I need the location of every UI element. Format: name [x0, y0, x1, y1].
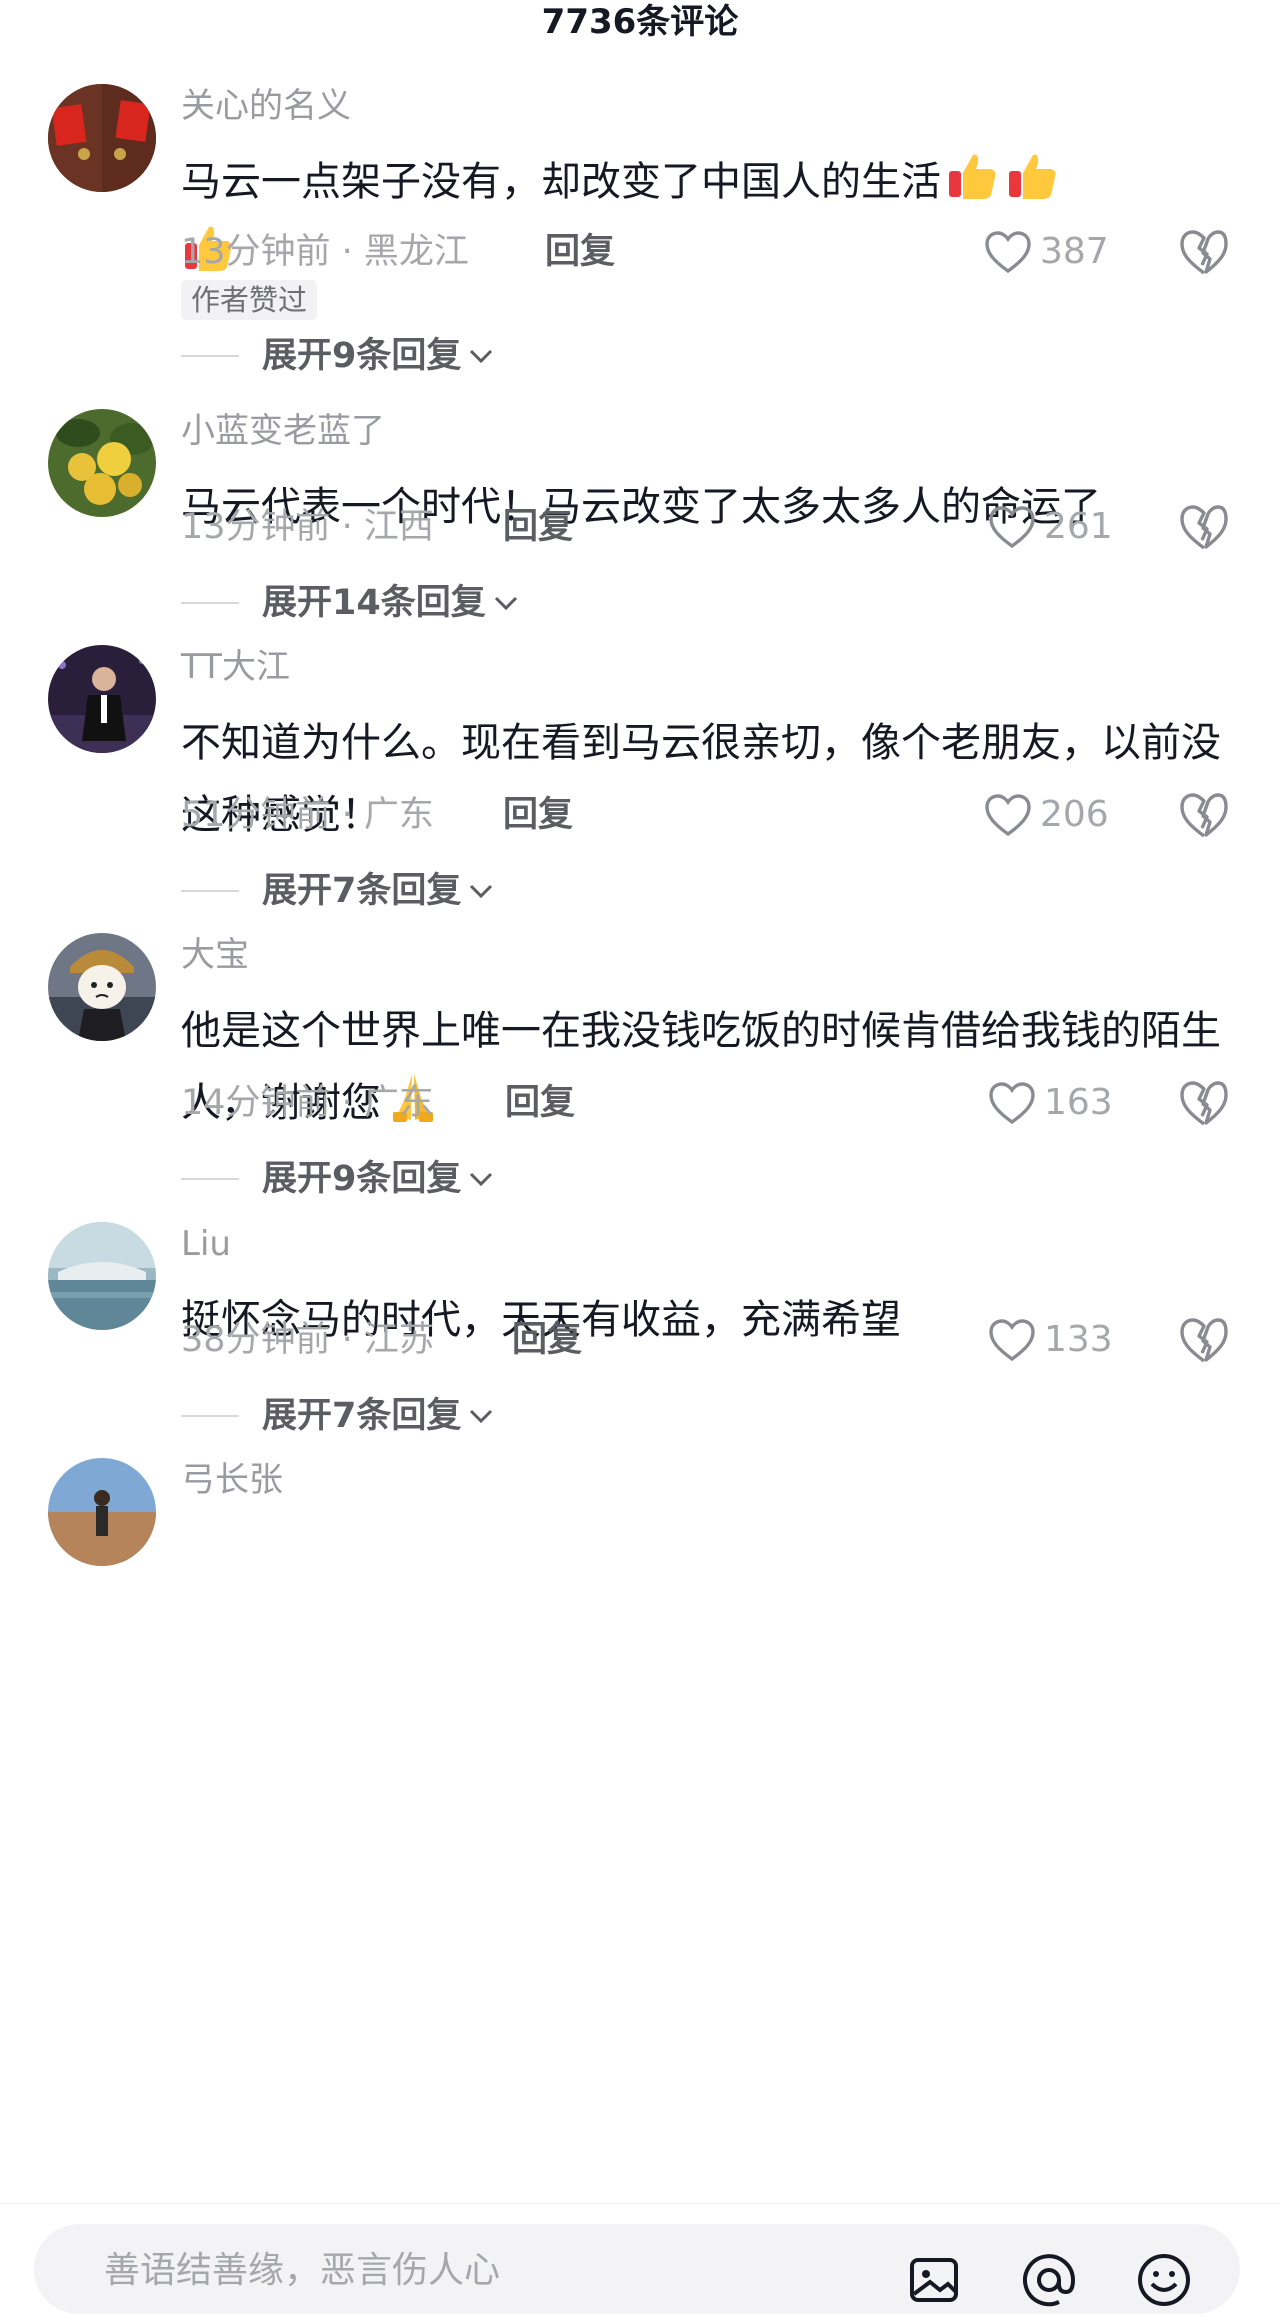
- expand-replies-button[interactable]: 展开14条回复: [0, 578, 1280, 628]
- avatar[interactable]: [48, 645, 156, 753]
- avatar[interactable]: [48, 1222, 156, 1330]
- expand-replies-button[interactable]: 展开9条回复: [0, 1154, 1280, 1204]
- reply-button[interactable]: 回复: [512, 1318, 582, 1362]
- reply-button[interactable]: 回复: [503, 505, 573, 549]
- expand-replies-label: 展开9条回复: [262, 1154, 497, 1204]
- expand-replies-label: 展开7条回复: [262, 866, 497, 916]
- heart-icon: [989, 506, 1035, 549]
- image-icon[interactable]: [904, 2250, 964, 2310]
- avatar[interactable]: [48, 1458, 156, 1566]
- thumbs-up-emoji-icon: [1005, 147, 1061, 203]
- reply-button[interactable]: 回复: [545, 230, 615, 274]
- comment-time-location: 51分钟前 · 广东: [181, 795, 434, 835]
- expand-replies-text: 展开9条回复: [262, 336, 462, 376]
- broken-heart-icon: [1180, 793, 1228, 838]
- at-icon[interactable]: [1019, 2250, 1079, 2310]
- divider: [181, 602, 239, 604]
- thumbs-up-emoji-icon: [945, 147, 1001, 203]
- comment-time-location: 13分钟前 · 黑龙江: [181, 232, 469, 272]
- broken-heart-icon: [1180, 505, 1228, 550]
- dislike-button[interactable]: [1178, 227, 1230, 277]
- comment-text-body: 马云一点架子没有，却改变了中国人的生活: [181, 159, 941, 205]
- heart-icon: [985, 231, 1031, 274]
- like-count: 163: [1044, 1082, 1113, 1123]
- chevron-down-icon: [470, 1172, 493, 1187]
- comments-count-title: 7736条评论: [541, 2, 739, 42]
- reply-button[interactable]: 回复: [505, 1081, 575, 1125]
- chevron-down-icon: [494, 596, 517, 611]
- dislike-button[interactable]: [1178, 1315, 1230, 1365]
- comment-time-location: 13分钟前 · 江西: [181, 507, 434, 547]
- dislike-button[interactable]: [1178, 502, 1230, 552]
- dislike-button[interactable]: [1178, 1078, 1230, 1128]
- chevron-down-icon: [470, 1409, 493, 1424]
- broken-heart-icon: [1180, 1318, 1228, 1363]
- emoji-icon[interactable]: [1134, 2250, 1194, 2310]
- expand-replies-button[interactable]: 展开7条回复: [0, 1391, 1280, 1441]
- chevron-down-icon: [470, 349, 493, 364]
- expand-replies-button[interactable]: 展开9条回复: [0, 331, 1280, 381]
- comment-username[interactable]: 小蓝变老蓝了: [181, 409, 385, 453]
- expand-replies-label: 展开9条回复: [262, 331, 497, 381]
- like-count: 387: [1040, 231, 1109, 272]
- comment-username[interactable]: TT大江: [181, 645, 290, 689]
- divider: [181, 890, 239, 892]
- heart-icon: [989, 1319, 1035, 1362]
- divider: [181, 1178, 239, 1180]
- heart-icon: [989, 1082, 1035, 1125]
- comment-username[interactable]: 关心的名义: [181, 84, 351, 128]
- divider: [181, 355, 239, 357]
- like-button[interactable]: 133: [988, 1315, 1113, 1365]
- expand-replies-text: 展开7条回复: [262, 1396, 462, 1436]
- like-button[interactable]: 387: [984, 227, 1109, 277]
- avatar[interactable]: [48, 933, 156, 1041]
- avatar[interactable]: [48, 409, 156, 517]
- divider: [181, 1415, 239, 1417]
- expand-replies-text: 展开7条回复: [262, 871, 462, 911]
- comment-input-bar: 善语结善缘，恶言伤人心: [0, 2203, 1280, 2314]
- chevron-down-icon: [470, 884, 493, 899]
- comment-time-location: 14分钟前 · 广东: [181, 1083, 434, 1123]
- like-button[interactable]: 163: [988, 1078, 1113, 1128]
- expand-replies-text: 展开9条回复: [262, 1159, 462, 1199]
- expand-replies-label: 展开14条回复: [262, 578, 522, 628]
- reply-button[interactable]: 回复: [503, 793, 573, 837]
- like-count: 261: [1044, 506, 1113, 547]
- like-button[interactable]: 206: [984, 790, 1109, 840]
- expand-replies-button[interactable]: 展开7条回复: [0, 866, 1280, 916]
- comment-input-placeholder: 善语结善缘，恶言伤人心: [104, 2250, 501, 2291]
- comment-username[interactable]: 大宝: [181, 933, 249, 977]
- comment-time-location: 38分钟前 · 江苏: [181, 1320, 434, 1360]
- heart-icon: [985, 794, 1031, 837]
- expand-replies-text: 展开14条回复: [262, 583, 486, 623]
- author-liked-badge: 作者赞过: [181, 280, 318, 320]
- like-count: 133: [1044, 1319, 1113, 1360]
- comment-username[interactable]: Liu: [181, 1222, 231, 1266]
- expand-replies-label: 展开7条回复: [262, 1391, 497, 1441]
- dislike-button[interactable]: [1178, 790, 1230, 840]
- comment-username[interactable]: 弓长张: [181, 1458, 283, 1502]
- comment-input[interactable]: 善语结善缘，恶言伤人心: [34, 2224, 1240, 2314]
- like-count: 206: [1040, 794, 1109, 835]
- broken-heart-icon: [1180, 1081, 1228, 1126]
- broken-heart-icon: [1180, 230, 1228, 275]
- avatar[interactable]: [48, 84, 156, 192]
- like-button[interactable]: 261: [988, 502, 1113, 552]
